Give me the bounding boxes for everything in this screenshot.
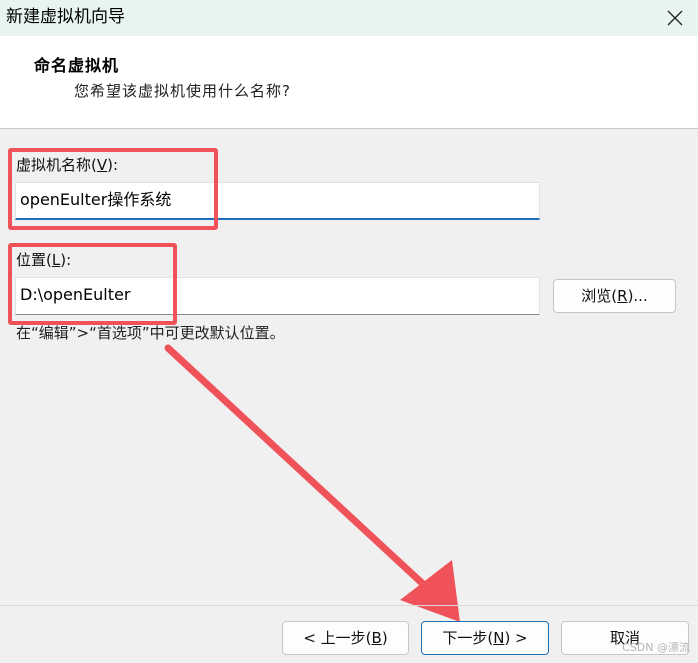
back-button[interactable]: < 上一步(B) — [282, 621, 409, 655]
location-label-key: L — [51, 251, 61, 269]
back-label: < 上一步( — [303, 629, 372, 647]
vm-name-label-key: V — [96, 156, 108, 174]
title-bar: 新建虚拟机向导 — [0, 0, 698, 36]
back-suffix: ) — [381, 629, 388, 647]
location-input[interactable]: D:\openEulter — [15, 277, 540, 315]
page-title: 命名虚拟机 — [34, 56, 120, 75]
new-vm-wizard-window: 新建虚拟机向导 命名虚拟机 您希望该虚拟机使用什么名称? 虚拟机名称(V): o… — [0, 0, 698, 663]
watermark: CSDN @漂流 — [622, 641, 690, 654]
footer-divider — [0, 605, 698, 606]
window-title: 新建虚拟机向导 — [6, 7, 125, 27]
browse-suffix: )... — [627, 287, 648, 305]
vm-name-value: openEulter操作系统 — [20, 190, 172, 209]
next-label: 下一步( — [442, 629, 494, 647]
location-label-suffix: ): — [60, 251, 72, 269]
page-subtitle: 您希望该虚拟机使用什么名称? — [74, 82, 291, 100]
browse-button[interactable]: 浏览(R)... — [553, 279, 676, 313]
browse-key: R — [617, 287, 628, 305]
location-label: 位置(L): — [16, 249, 71, 270]
browse-label: 浏览( — [581, 287, 618, 305]
close-button[interactable] — [652, 0, 698, 36]
location-hint: 在“编辑”>“首选项”中可更改默认位置。 — [16, 324, 285, 342]
vm-name-label: 虚拟机名称(V): — [16, 154, 118, 175]
location-value: D:\openEulter — [20, 285, 131, 304]
location-label-text: 位置( — [16, 251, 52, 269]
next-key: N — [493, 629, 505, 647]
vm-name-input[interactable]: openEulter操作系统 — [15, 182, 540, 220]
close-icon — [667, 10, 683, 26]
vm-name-label-text: 虚拟机名称( — [16, 156, 97, 174]
back-key: B — [371, 629, 382, 647]
next-suffix: ) > — [504, 629, 528, 647]
next-button[interactable]: 下一步(N) > — [421, 621, 549, 655]
vm-name-label-suffix: ): — [107, 156, 119, 174]
wizard-header: 命名虚拟机 您希望该虚拟机使用什么名称? — [0, 36, 698, 129]
